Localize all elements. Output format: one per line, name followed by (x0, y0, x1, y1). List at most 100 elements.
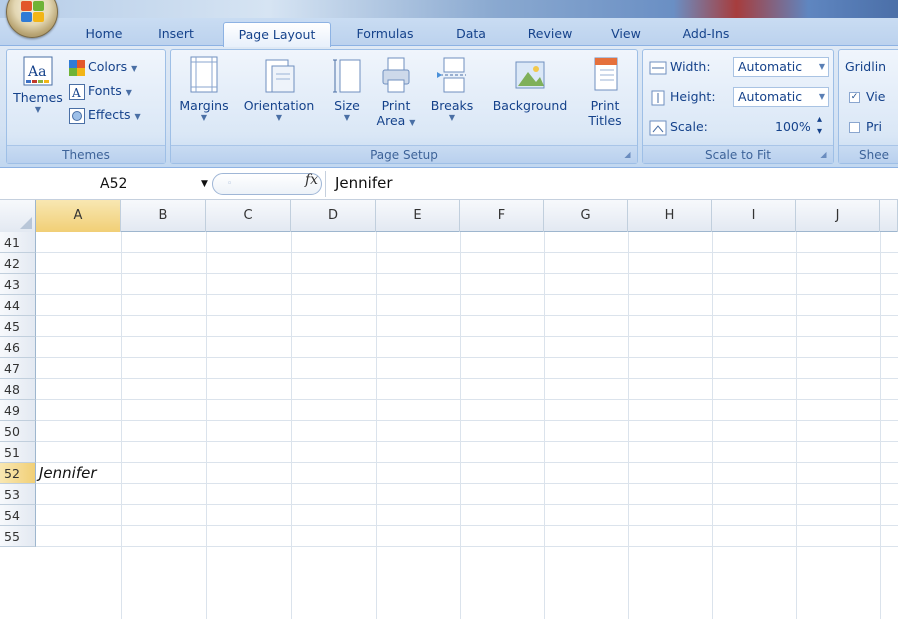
column-header-i[interactable]: I (712, 200, 796, 232)
column-header-e[interactable]: E (376, 200, 460, 232)
row-gridline (36, 420, 898, 421)
column-gridline (460, 232, 461, 619)
column-header-f[interactable]: F (460, 200, 544, 232)
row-gridline (36, 483, 898, 484)
orientation-button[interactable]: Orientation ▼ (237, 54, 321, 134)
width-label-row: Width: (649, 56, 711, 78)
print-titles-label-2: Titles (588, 113, 622, 128)
scale-value[interactable]: 100% (775, 116, 811, 138)
column-gridline (121, 232, 122, 619)
chevron-down-icon: ▼ (343, 113, 351, 122)
formula-bar: A52 ▼ ◦ fx Jennifer (0, 168, 898, 200)
themes-group: Aa Themes ▼ Colors ▼ A Fonts ▼ Effects ▼ (6, 49, 166, 164)
column-gridline (712, 232, 713, 619)
gridlines-print-checkbox[interactable]: Pri (849, 116, 882, 138)
row-gridline (36, 546, 898, 547)
column-header-a[interactable]: A (36, 200, 121, 232)
column-gridline (880, 232, 881, 619)
chevron-down-icon: ▼ (818, 62, 825, 71)
effects-icon (69, 107, 85, 124)
row-header-48[interactable]: 48 (0, 379, 36, 400)
row-header-41[interactable]: 41 (0, 232, 36, 253)
tab-page-layout[interactable]: Page Layout (223, 22, 331, 47)
fonts-icon: A (69, 83, 85, 100)
chevron-down-icon[interactable]: ▼ (201, 173, 208, 195)
print-area-icon (382, 57, 410, 93)
breaks-button[interactable]: Breaks ▼ (427, 54, 477, 134)
column-header-j[interactable]: J (796, 200, 880, 232)
row-header-45[interactable]: 45 (0, 316, 36, 337)
tab-data[interactable]: Data (449, 24, 493, 46)
column-gridline (796, 232, 797, 619)
gridlines-view-label: Vie (866, 89, 886, 104)
themes-icon: Aa (23, 56, 53, 86)
row-header-47[interactable]: 47 (0, 358, 36, 379)
worksheet-grid[interactable]: Jennifer A B C D E F G H I J 41 42 43 44 45 46 47 48 49 50 5… (0, 200, 898, 619)
name-box[interactable]: A52 ▼ (0, 173, 232, 195)
margins-button[interactable]: Margins ▼ (175, 54, 233, 134)
tab-review[interactable]: Review (521, 24, 579, 46)
scale-to-fit-launcher-icon[interactable]: ◢ (818, 149, 829, 160)
effects-button[interactable]: Effects ▼ (69, 104, 141, 126)
column-header-b[interactable]: B (121, 200, 206, 232)
dot-icon: ◦ (227, 179, 233, 189)
scale-icon (649, 120, 667, 135)
column-gridline (376, 232, 377, 619)
ribbon-tab-row: Home Insert Page Layout Formulas Data Re… (0, 18, 898, 47)
select-all-button[interactable] (0, 200, 36, 232)
background-button[interactable]: Background (483, 54, 577, 134)
tab-add-ins[interactable]: Add-Ins (676, 24, 736, 46)
print-titles-label-1: Print (590, 98, 620, 113)
size-button[interactable]: Size ▼ (327, 54, 367, 134)
tab-home[interactable]: Home (82, 24, 126, 46)
tab-insert[interactable]: Insert (152, 24, 200, 46)
breaks-label: Breaks (430, 98, 474, 113)
chevron-down-icon: ▼ (200, 113, 208, 122)
row-header-44[interactable]: 44 (0, 295, 36, 316)
row-header-50[interactable]: 50 (0, 421, 36, 442)
orientation-label: Orientation (243, 98, 315, 113)
row-gridline (36, 399, 898, 400)
column-header-d[interactable]: D (291, 200, 376, 232)
print-titles-button[interactable]: Print Titles (581, 54, 629, 134)
tab-formulas[interactable]: Formulas (350, 24, 420, 46)
row-header-54[interactable]: 54 (0, 505, 36, 526)
gridlines-view-checkbox[interactable]: ✓ Vie (849, 86, 885, 108)
row-header-43[interactable]: 43 (0, 274, 36, 295)
column-header-c[interactable]: C (206, 200, 291, 232)
themes-label: Themes (13, 90, 63, 105)
row-header-51[interactable]: 51 (0, 442, 36, 463)
scale-spinner-icon[interactable]: ▴ ▾ (817, 114, 822, 137)
row-gridline (36, 378, 898, 379)
chevron-down-icon: ▼ (275, 113, 283, 122)
column-header-g[interactable]: G (544, 200, 628, 232)
row-header-53[interactable]: 53 (0, 484, 36, 505)
row-header-42[interactable]: 42 (0, 253, 36, 274)
height-select[interactable]: Automatic ▼ (733, 87, 829, 107)
colors-button[interactable]: Colors ▼ (69, 56, 137, 78)
scale-label: Scale: (670, 119, 708, 134)
column-gridline (291, 232, 292, 619)
column-header-partial[interactable] (880, 200, 898, 232)
row-header-46[interactable]: 46 (0, 337, 36, 358)
column-header-h[interactable]: H (628, 200, 712, 232)
print-area-button[interactable]: Print Area ▼ (373, 54, 419, 134)
width-select[interactable]: Automatic ▼ (733, 57, 829, 77)
formula-input[interactable]: Jennifer (335, 174, 393, 192)
cell-a52[interactable]: Jennifer (37, 462, 121, 484)
row-header-55[interactable]: 55 (0, 526, 36, 547)
insert-function-icon[interactable]: fx (305, 172, 318, 188)
scale-to-fit-group-label: Scale to Fit (643, 145, 833, 163)
tab-view[interactable]: View (604, 24, 648, 46)
orientation-icon (265, 59, 295, 93)
row-header-52[interactable]: 52 (0, 463, 36, 484)
fonts-button[interactable]: A Fonts ▼ (69, 80, 132, 102)
row-header-49[interactable]: 49 (0, 400, 36, 421)
page-setup-group: Margins ▼ Orientation ▼ Size ▼ Print Are… (170, 49, 638, 164)
size-label: Size (334, 98, 360, 113)
row-gridline (36, 462, 898, 463)
width-value: Automatic (738, 59, 803, 74)
page-setup-launcher-icon[interactable]: ◢ (622, 149, 633, 160)
themes-button[interactable]: Aa Themes ▼ (11, 54, 65, 134)
background-label: Background (492, 98, 568, 113)
